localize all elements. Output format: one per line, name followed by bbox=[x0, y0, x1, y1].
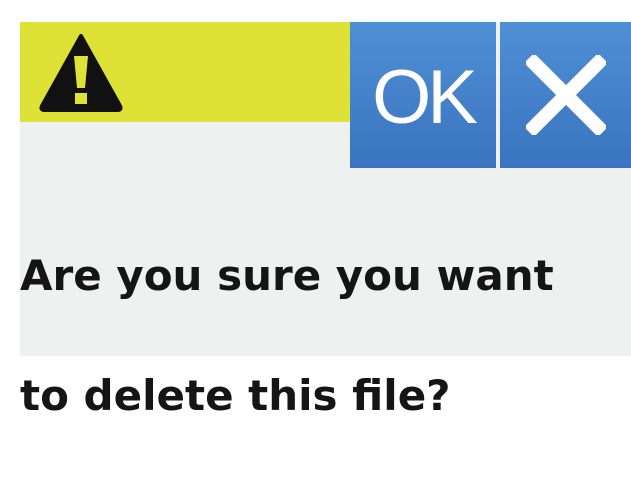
warning-bar bbox=[20, 22, 350, 122]
warning-icon bbox=[39, 34, 123, 112]
close-icon bbox=[525, 55, 606, 135]
confirm-message: Are you sure you want to delete this fil… bbox=[20, 186, 631, 486]
confirm-delete-dialog: OK Are you sure you want to delete this … bbox=[20, 22, 631, 420]
ok-button[interactable]: OK bbox=[350, 22, 496, 168]
message-line-1: Are you sure you want bbox=[20, 251, 554, 300]
close-button[interactable] bbox=[500, 22, 631, 168]
message-line-2: to delete this file? bbox=[20, 371, 451, 420]
